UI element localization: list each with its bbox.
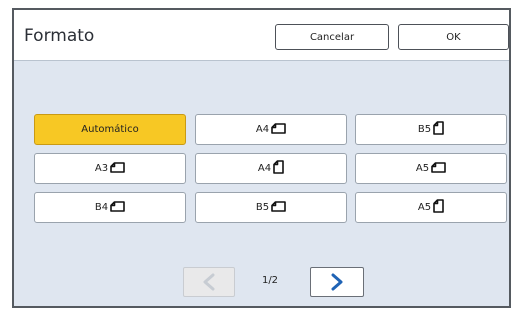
landscape-paper-icon bbox=[271, 122, 286, 137]
ok-button[interactable]: OK bbox=[398, 24, 509, 50]
portrait-paper-icon bbox=[433, 121, 444, 138]
next-page-button[interactable] bbox=[310, 267, 364, 297]
size-label: B5 bbox=[417, 124, 432, 135]
size-button-b5-portrait[interactable]: B5 bbox=[355, 114, 507, 145]
format-dialog: Formato Cancelar OK Automático A4 B5 A3 … bbox=[12, 8, 511, 308]
size-button-b5-landscape[interactable]: B5 bbox=[195, 192, 347, 223]
size-button-a4-portrait[interactable]: A4 bbox=[195, 153, 347, 184]
size-label: A5 bbox=[415, 163, 430, 174]
landscape-paper-icon bbox=[431, 161, 446, 176]
cancel-button[interactable]: Cancelar bbox=[275, 24, 389, 50]
landscape-paper-icon bbox=[110, 161, 125, 176]
size-label: A5 bbox=[417, 202, 432, 213]
landscape-paper-icon bbox=[271, 200, 286, 215]
dialog-title: Formato bbox=[24, 26, 95, 46]
page-indicator: 1/2 bbox=[261, 275, 279, 286]
portrait-paper-icon bbox=[273, 160, 284, 177]
size-label: B5 bbox=[255, 202, 270, 213]
portrait-paper-icon bbox=[433, 199, 444, 216]
size-button-a5-landscape[interactable]: A5 bbox=[355, 153, 507, 184]
chevron-right-icon bbox=[331, 273, 343, 291]
size-button-a3-landscape[interactable]: A3 bbox=[34, 153, 186, 184]
size-button-automatico[interactable]: Automático bbox=[34, 114, 186, 145]
previous-page-button[interactable] bbox=[183, 267, 235, 297]
size-label: A4 bbox=[257, 163, 272, 174]
size-button-b4-landscape[interactable]: B4 bbox=[34, 192, 186, 223]
size-label: B4 bbox=[94, 202, 109, 213]
dialog-header: Formato Cancelar OK bbox=[14, 10, 509, 61]
size-button-a4-landscape[interactable]: A4 bbox=[195, 114, 347, 145]
size-label: Automático bbox=[81, 124, 139, 135]
landscape-paper-icon bbox=[110, 200, 125, 215]
size-label: A4 bbox=[255, 124, 270, 135]
chevron-left-icon bbox=[203, 273, 215, 291]
size-button-a5-portrait[interactable]: A5 bbox=[355, 192, 507, 223]
size-label: A3 bbox=[94, 163, 109, 174]
